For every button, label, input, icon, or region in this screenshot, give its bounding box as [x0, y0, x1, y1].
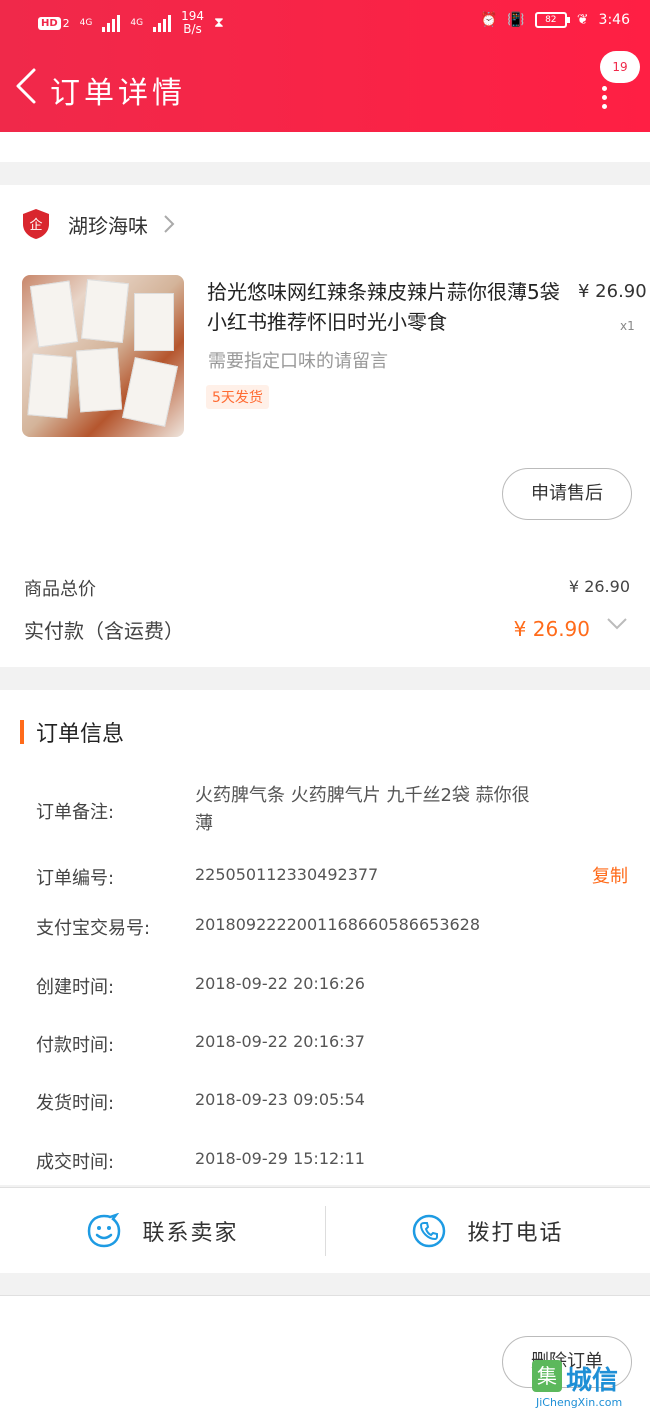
- shipped-time-label: 发货时间:: [36, 1093, 115, 1114]
- status-time: 3:46: [598, 12, 630, 28]
- completed-time-value: 2018-09-29 15:12:11: [195, 1149, 365, 1168]
- more-menu-icon[interactable]: [602, 86, 610, 109]
- remark-label: 订单备注:: [36, 802, 115, 823]
- watermark-text: 城信: [566, 1366, 619, 1396]
- network-type-1: 4G: [79, 18, 93, 28]
- paid-amount-label: 实付款（含运费）: [24, 619, 184, 643]
- alipay-label: 支付宝交易号:: [36, 918, 151, 939]
- signal-icon: [102, 14, 121, 32]
- chevron-down-icon[interactable]: [606, 617, 628, 631]
- chevron-right-icon: [164, 215, 175, 233]
- product-title[interactable]: 拾光悠味网红辣条辣皮辣片蒜你很薄5袋小红书推荐怀旧时光小零食: [207, 277, 567, 337]
- contact-actions-bar: 联系卖家 拨打电话: [0, 1187, 650, 1273]
- top-spacer-card: [0, 132, 650, 162]
- shop-name: 湖珍海味: [68, 213, 148, 238]
- watermark-logo: 集 城信 JiChengXin.com: [532, 1356, 650, 1408]
- product-quantity: x1: [620, 319, 635, 333]
- copy-order-number-button[interactable]: 复制: [592, 862, 628, 888]
- leaf-icon: ❦: [576, 12, 589, 28]
- status-bar: HD 2 4G 4G 194 B/s ⧗ ⏰ 📳 82 ❦ 3:46: [0, 0, 650, 48]
- call-button[interactable]: 拨打电话: [325, 1188, 650, 1274]
- message-badge[interactable]: 19: [600, 51, 640, 83]
- total-price-value: ¥ 26.90: [568, 577, 630, 596]
- page-title: 订单详情: [50, 76, 186, 111]
- contact-seller-label: 联系卖家: [142, 1221, 239, 1246]
- created-time-label: 创建时间:: [36, 977, 115, 998]
- shop-link[interactable]: 企 湖珍海味: [22, 208, 176, 240]
- completed-time-label: 成交时间:: [36, 1152, 115, 1173]
- order-item-card: 企 湖珍海味 拾光悠味网红辣条辣皮辣片蒜你很薄5袋小红书推荐怀旧时光小零食 ¥ …: [0, 185, 650, 667]
- total-price-label: 商品总价: [24, 579, 96, 600]
- back-arrow-icon[interactable]: [12, 66, 42, 106]
- network-speed: 194 B/s: [181, 9, 204, 36]
- alipay-value: 2018092222001168660586653628: [195, 915, 481, 934]
- created-time-value: 2018-09-22 20:16:26: [195, 974, 365, 993]
- section-accent-bar: [20, 720, 24, 744]
- vibrate-icon: 📳: [507, 12, 525, 28]
- order-info-heading: 订单信息: [20, 716, 124, 748]
- sim-indicator: 2: [62, 16, 70, 30]
- paid-time-label: 付款时间:: [36, 1035, 115, 1056]
- remark-value: 火药脾气条 火药脾气片 九千丝2袋 蒜你很薄: [195, 785, 530, 834]
- watermark-url: JiChengXin.com: [536, 1396, 623, 1408]
- contact-seller-button[interactable]: 联系卖家: [0, 1188, 325, 1274]
- paid-amount-value: ¥ 26.90: [513, 617, 590, 641]
- signal-icon-2: [153, 14, 172, 32]
- svg-text:企: 企: [29, 217, 42, 233]
- after-sale-button[interactable]: 申请售后: [502, 468, 632, 520]
- product-thumbnail[interactable]: [22, 275, 184, 437]
- shipping-tag: 5天发货: [206, 385, 269, 409]
- phone-icon: [413, 1214, 446, 1248]
- watermark-box: 集: [532, 1360, 562, 1392]
- network-type-2: 4G: [130, 18, 144, 28]
- order-number-label: 订单编号:: [36, 868, 115, 889]
- shop-badge-icon: 企: [23, 209, 49, 239]
- product-price: ¥ 26.90: [578, 281, 647, 302]
- order-info-card: 订单信息 订单备注: 火药脾气条 火药脾气片 九千丝2袋 蒜你很薄 订单编号: …: [0, 690, 650, 1185]
- chat-face-icon: [88, 1213, 121, 1248]
- top-bar: HD 2 4G 4G 194 B/s ⧗ ⏰ 📳 82 ❦ 3:46 订单详情 …: [0, 0, 650, 132]
- order-number-value: 225050112330492377: [195, 865, 379, 884]
- shipped-time-value: 2018-09-23 09:05:54: [195, 1090, 365, 1109]
- call-label: 拨打电话: [467, 1221, 564, 1246]
- product-note: 需要指定口味的请留言: [208, 351, 388, 372]
- battery-icon: 82: [534, 12, 570, 28]
- hourglass-icon: ⧗: [213, 15, 224, 31]
- alarm-icon: ⏰: [479, 12, 498, 28]
- paid-time-value: 2018-09-22 20:16:37: [195, 1032, 365, 1051]
- hd-indicator: HD: [38, 16, 61, 30]
